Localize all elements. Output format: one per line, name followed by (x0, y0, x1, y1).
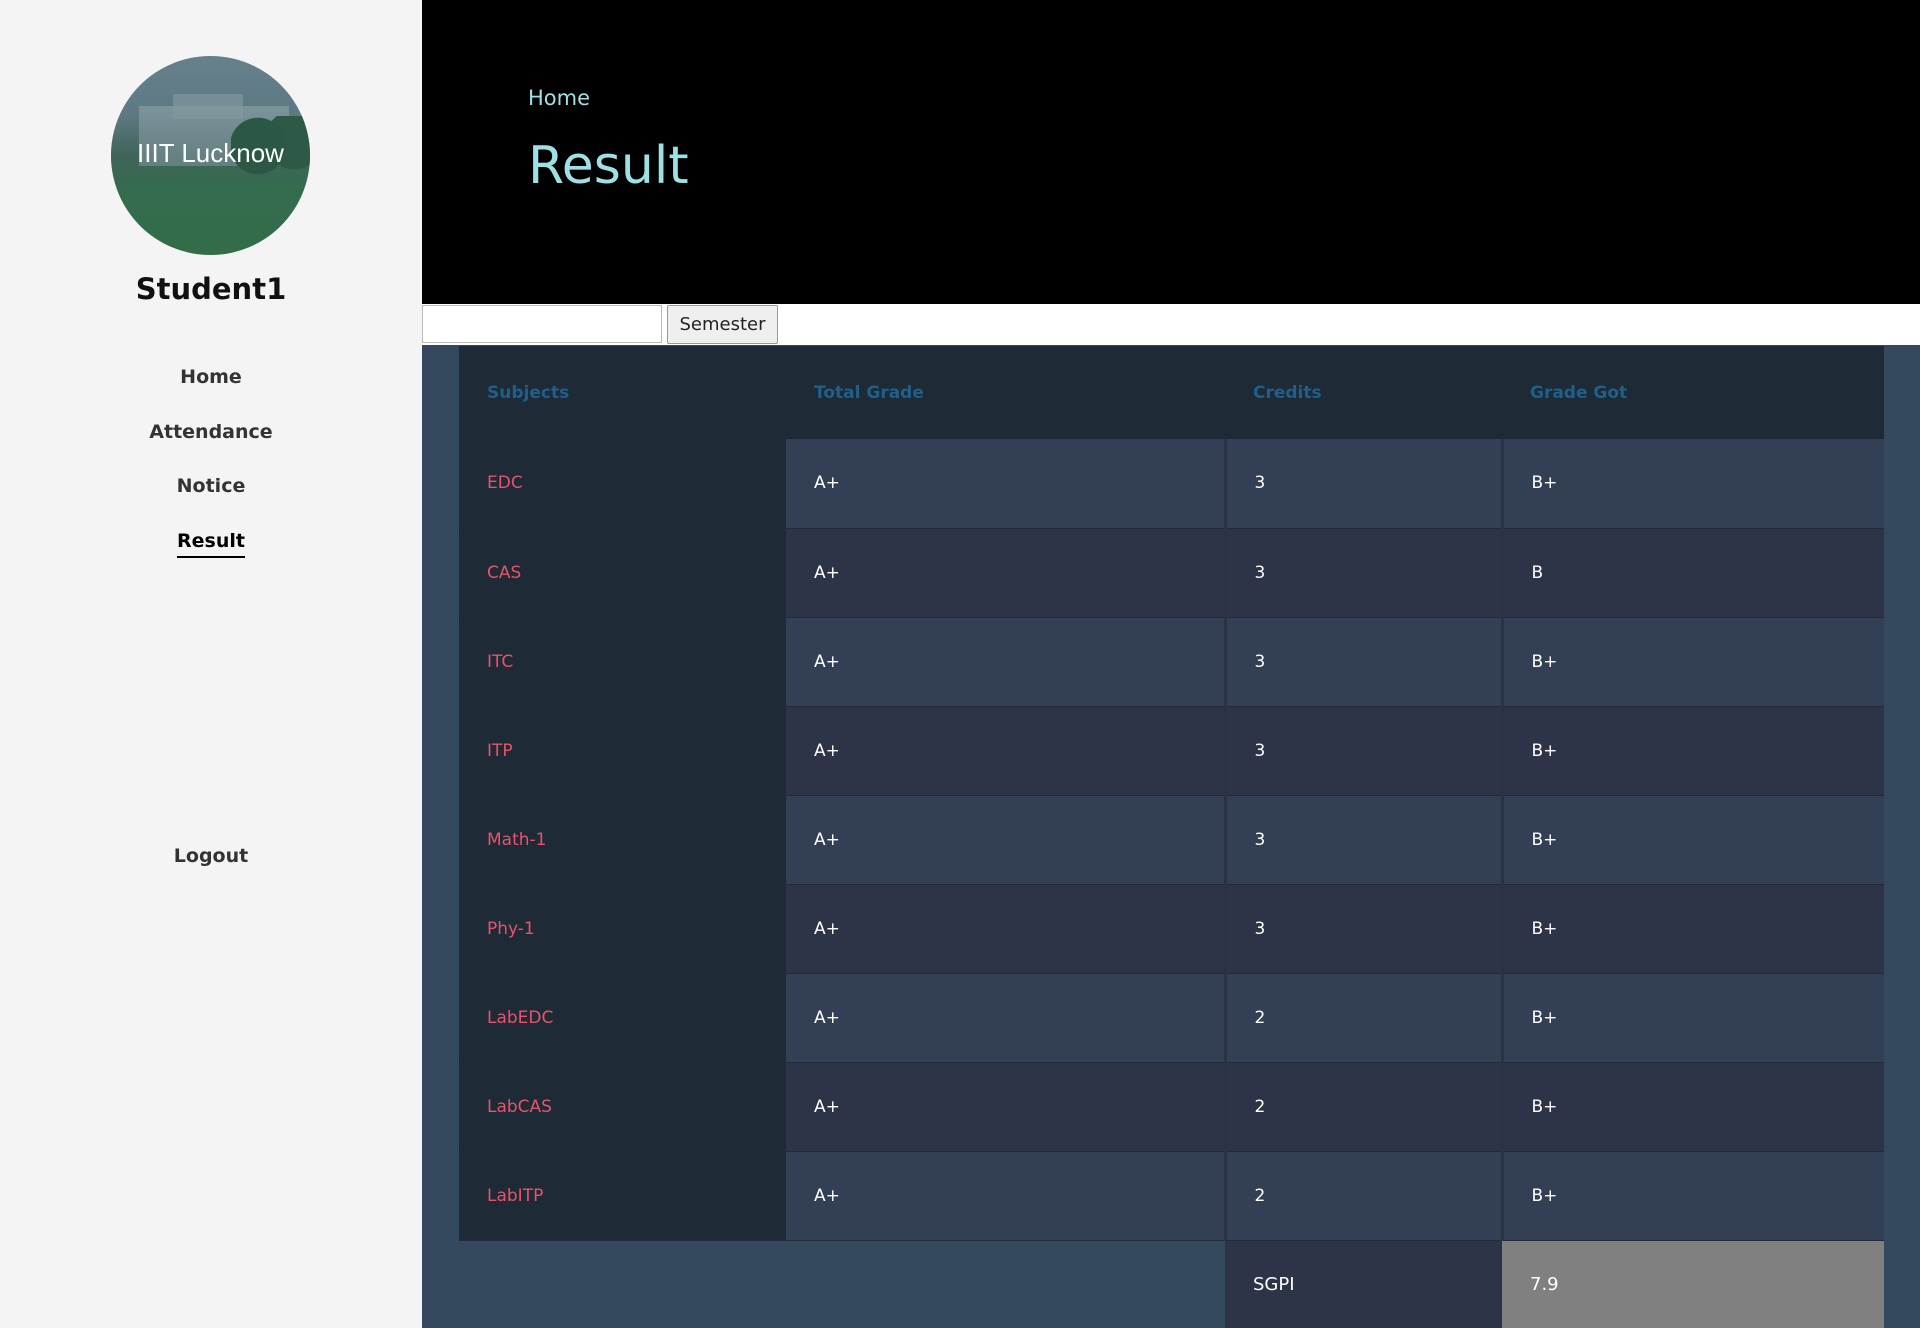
table-row: CAS A+ 3 B (459, 528, 1884, 618)
credits-cell: 2 (1223, 973, 1502, 1063)
credits-cell: 3 (1223, 528, 1502, 618)
table-row: ITC A+ 3 B+ (459, 617, 1884, 707)
grade-got-cell: B+ (1500, 1062, 1884, 1152)
grade-got-cell: B+ (1500, 973, 1884, 1063)
total-grade-cell: A+ (786, 973, 1225, 1063)
sidebar-item-home[interactable]: Home (0, 360, 422, 415)
total-grade-cell: A+ (786, 884, 1225, 974)
total-grade-cell: A+ (786, 528, 1225, 618)
total-grade-cell: A+ (786, 617, 1225, 707)
avatar: IIIT Lucknow (111, 56, 310, 255)
grade-got-cell: B+ (1500, 1151, 1884, 1241)
grade-got-cell: B (1500, 528, 1884, 618)
grade-got-cell: B+ (1500, 706, 1884, 796)
result-table: Subjects Total Grade Credits Grade Got E… (459, 346, 1884, 1241)
total-grade-cell: A+ (786, 1151, 1225, 1241)
credits-cell: 2 (1223, 1062, 1502, 1152)
sidebar-item-label: Home (180, 366, 242, 388)
semester-bar: Semester (422, 304, 1920, 345)
column-header-subjects: Subjects (459, 346, 786, 439)
sidebar-item-label: Notice (176, 475, 246, 497)
credits-cell: 2 (1223, 1151, 1502, 1241)
sidebar-nav: Home Attendance Notice Result (0, 360, 422, 578)
credits-cell: 3 (1223, 795, 1502, 885)
table-row: LabEDC A+ 2 B+ (459, 973, 1884, 1063)
total-grade-cell: A+ (786, 795, 1225, 885)
page-header: Home Result (422, 0, 1920, 304)
sidebar-item-label: Result (177, 529, 245, 558)
total-grade-cell: A+ (786, 439, 1225, 529)
subject-cell: Math-1 (459, 795, 786, 885)
grade-got-cell: B+ (1500, 617, 1884, 707)
column-header-grade-got: Grade Got (1502, 346, 1884, 439)
grade-got-cell: B+ (1500, 795, 1884, 885)
semester-input[interactable] (422, 305, 662, 343)
total-grade-cell: A+ (786, 1062, 1225, 1152)
semester-button[interactable]: Semester (667, 305, 778, 344)
sgpi-value: 7.9 (1502, 1241, 1884, 1328)
grade-got-cell: B+ (1500, 884, 1884, 974)
student-name: Student1 (135, 272, 287, 306)
sidebar: IIIT Lucknow Student1 Home Attendance No… (0, 0, 422, 1328)
logout-link[interactable]: Logout (0, 845, 422, 867)
subject-cell: ITC (459, 617, 786, 707)
credits-cell: 3 (1223, 706, 1502, 796)
sidebar-item-result[interactable]: Result (0, 524, 422, 579)
column-header-credits: Credits (1225, 346, 1502, 439)
sidebar-item-attendance[interactable]: Attendance (0, 415, 422, 470)
subject-cell: Phy-1 (459, 884, 786, 974)
sgpi-label: SGPI (1225, 1241, 1502, 1328)
result-table-wrapper: Subjects Total Grade Credits Grade Got E… (459, 346, 1884, 1241)
credits-cell: 3 (1223, 617, 1502, 707)
table-row: EDC A+ 3 B+ (459, 439, 1884, 529)
table-row: Math-1 A+ 3 B+ (459, 795, 1884, 885)
credits-cell: 3 (1223, 884, 1502, 974)
credits-cell: 3 (1223, 439, 1502, 529)
sidebar-item-notice[interactable]: Notice (0, 469, 422, 524)
table-row: Phy-1 A+ 3 B+ (459, 884, 1884, 974)
subject-cell: CAS (459, 528, 786, 618)
total-grade-cell: A+ (786, 706, 1225, 796)
sidebar-item-label: Attendance (149, 420, 273, 443)
avatar-label: IIIT Lucknow (137, 138, 284, 168)
grade-got-cell: B+ (1500, 439, 1884, 529)
table-row: LabITP A+ 2 B+ (459, 1151, 1884, 1241)
table-header-row: Subjects Total Grade Credits Grade Got (459, 346, 1884, 439)
table-row: ITP A+ 3 B+ (459, 706, 1884, 796)
subject-cell: LabCAS (459, 1062, 786, 1152)
column-header-total-grade: Total Grade (786, 346, 1225, 439)
breadcrumb-home[interactable]: Home (528, 86, 590, 110)
page-title: Result (528, 136, 689, 196)
subject-cell: EDC (459, 439, 786, 529)
table-row: LabCAS A+ 2 B+ (459, 1062, 1884, 1152)
subject-cell: LabEDC (459, 973, 786, 1063)
subject-cell: ITP (459, 706, 786, 796)
subject-cell: LabITP (459, 1151, 786, 1241)
